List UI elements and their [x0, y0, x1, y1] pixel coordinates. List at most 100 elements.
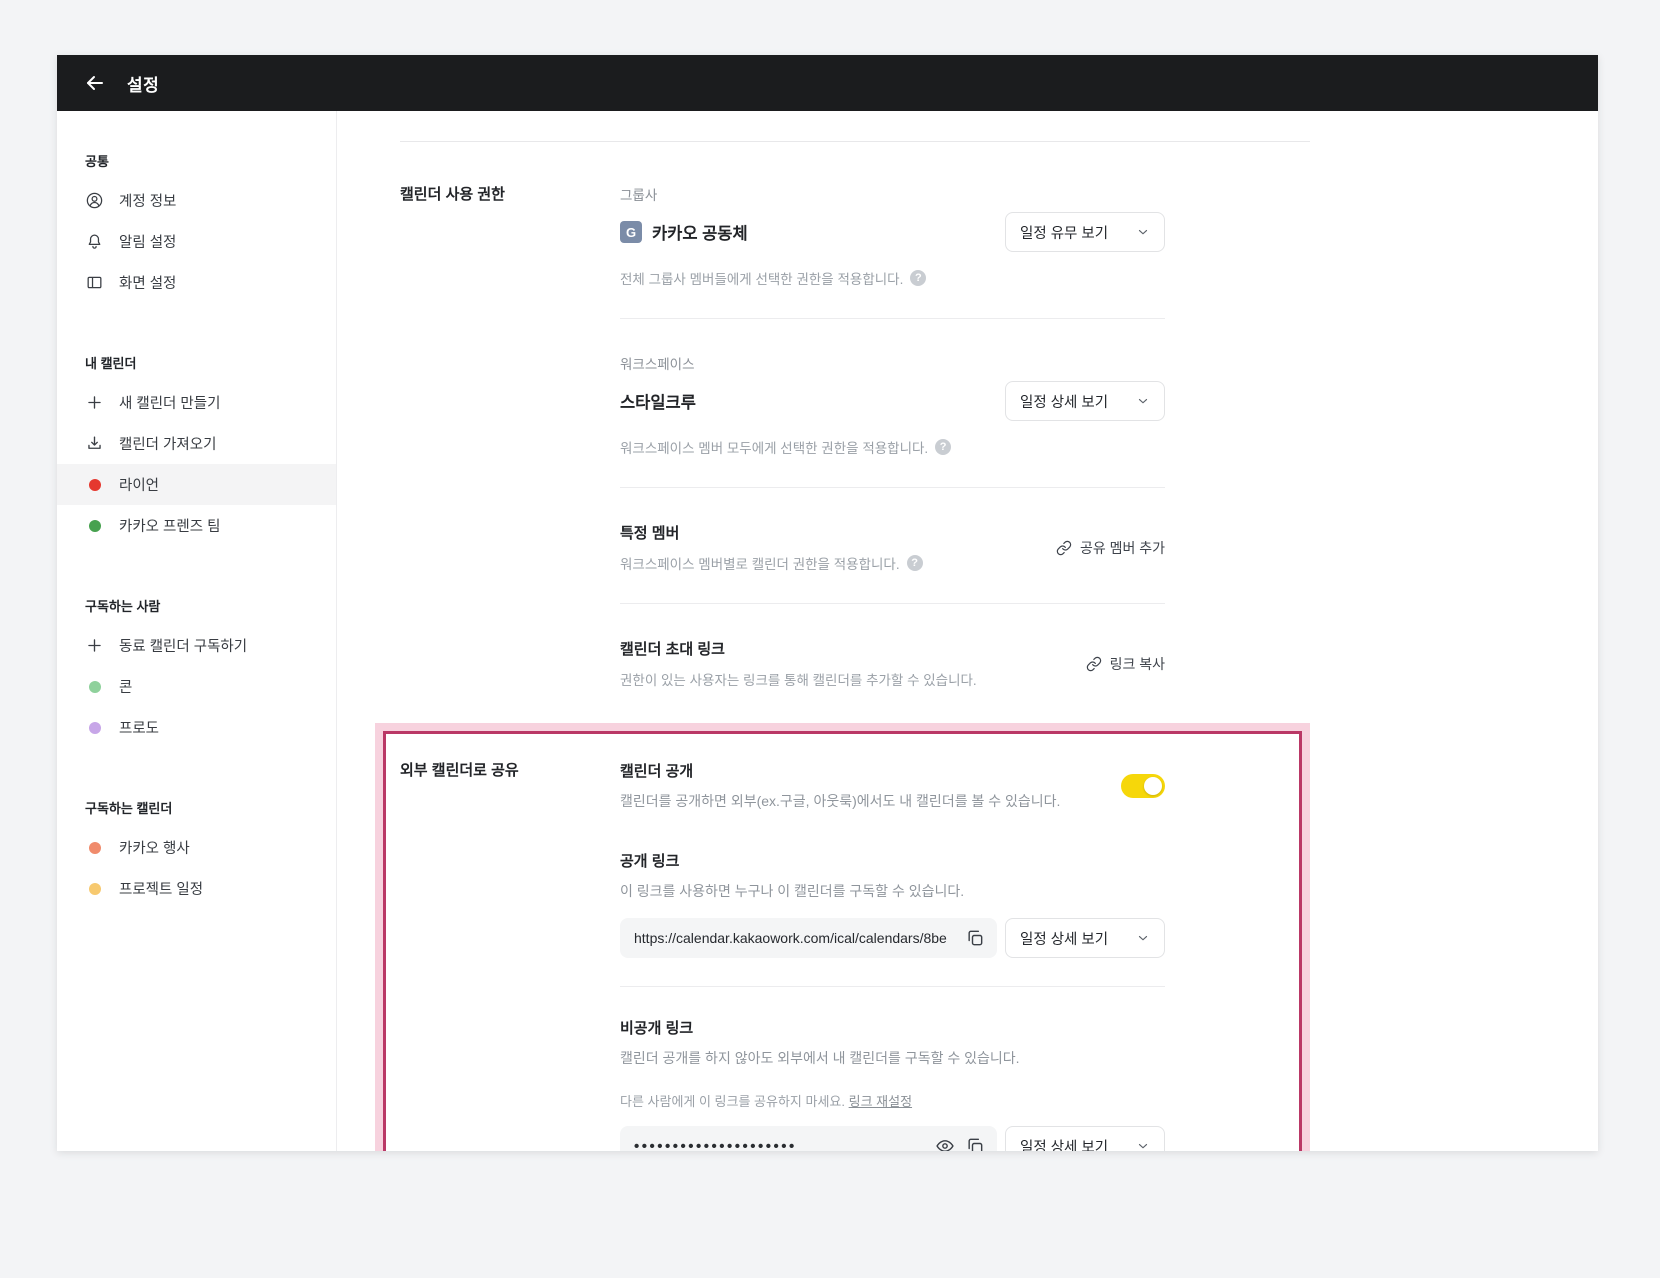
sidebar-item-label: 동료 캘린더 구독하기	[119, 635, 247, 656]
specific-members-block: 특정 멤버 워크스페이스 멤버별로 캘린더 권한을 적용합니다. ?	[620, 522, 1165, 573]
calendar-publish-block: 캘린더 공개 캘린더를 공개하면 외부(ex.구글, 아웃룩)에서도 내 캘린더…	[620, 760, 1165, 812]
page-title: 설정	[127, 71, 159, 96]
layout-icon	[85, 273, 104, 292]
toggle-knob	[1144, 777, 1162, 795]
copy-icon[interactable]	[965, 928, 985, 948]
group-section-label: 그룹사	[620, 184, 1165, 204]
chevron-down-icon	[1136, 225, 1150, 239]
public-link-desc: 이 링크를 사용하면 누구나 이 캘린더를 구독할 수 있습니다.	[620, 881, 1165, 902]
sidebar-item-display[interactable]: 화면 설정	[57, 262, 336, 303]
group-permission-dropdown[interactable]: 일정 유무 보기	[1005, 212, 1165, 252]
link-icon	[1056, 540, 1072, 556]
workspace-name: 스타일크루	[620, 389, 696, 413]
workspace-helper-text: 워크스페이스 멤버 모두에게 선택한 권한을 적용합니다.	[620, 437, 928, 457]
calendar-color-dot	[89, 681, 101, 693]
dropdown-value: 일정 상세 보기	[1020, 1136, 1108, 1152]
main-panel: 캘린더 사용 권한 그룹사 G 카카오 공동체 일정 유	[337, 111, 1598, 1151]
private-link-permission-dropdown[interactable]: 일정 상세 보기	[1005, 1126, 1165, 1151]
sidebar-item-ryan-calendar[interactable]: 라이언	[57, 464, 336, 505]
workspace-permission-block: 워크스페이스 스타일크루 일정 상세 보기 워크스페이스 멤버 모두에게 선택한…	[620, 353, 1165, 457]
calendar-color-dot	[89, 722, 101, 734]
sidebar-item-label: 프로젝트 일정	[119, 878, 203, 899]
back-button[interactable]	[83, 71, 107, 95]
group-helper-text: 전체 그룹사 멤버들에게 선택한 권한을 적용합니다.	[620, 268, 903, 288]
plus-icon	[85, 636, 104, 655]
sidebar-item-notifications[interactable]: 알림 설정	[57, 221, 336, 262]
publish-desc: 캘린더를 공개하면 외부(ex.구글, 아웃룩)에서도 내 캘린더를 볼 수 있…	[620, 791, 1060, 812]
reset-link-button[interactable]: 링크 재설정	[849, 1094, 912, 1109]
public-link-permission-dropdown[interactable]: 일정 상세 보기	[1005, 918, 1165, 958]
sidebar-item-import-calendar[interactable]: 캘린더 가져오기	[57, 423, 336, 464]
workspace-section-label: 워크스페이스	[620, 353, 1165, 373]
dropdown-value: 일정 상세 보기	[1020, 391, 1108, 412]
sidebar-item-new-calendar[interactable]: 새 캘린더 만들기	[57, 382, 336, 423]
divider	[620, 986, 1165, 987]
sidebar-section-common: 공통	[57, 139, 336, 180]
dropdown-value: 일정 상세 보기	[1020, 928, 1108, 949]
sidebar: 공통 계정 정보 알림 설정	[57, 111, 337, 1151]
private-link-masked-value: •••••••••••••••••••••	[634, 1138, 925, 1152]
sidebar-item-label: 카카오 프렌즈 팀	[119, 515, 220, 536]
group-permission-block: 그룹사 G 카카오 공동체 일정 유무 보기	[620, 184, 1165, 288]
help-icon[interactable]: ?	[910, 270, 926, 286]
dropdown-value: 일정 유무 보기	[1020, 222, 1108, 243]
sidebar-item-label: 라이언	[119, 474, 159, 495]
action-label: 공유 멤버 추가	[1080, 538, 1165, 558]
members-title: 특정 멤버	[620, 522, 923, 543]
calendar-permissions-section: 캘린더 사용 권한 그룹사 G 카카오 공동체 일정 유	[400, 142, 1310, 689]
public-link-field[interactable]: https://calendar.kakaowork.com/ical/cale…	[620, 918, 997, 958]
warning-text: 다른 사람에게 이 링크를 공유하지 마세요.	[620, 1094, 845, 1109]
external-share-section: 외부 캘린더로 공유 캘린더 공개 캘린더를 공개하면 외부(ex.구글, 아웃…	[383, 731, 1302, 1151]
sidebar-item-label: 카카오 행사	[119, 837, 190, 858]
group-name: 카카오 공동체	[652, 220, 748, 244]
sidebar-section-my-calendars: 내 캘린더	[57, 341, 336, 382]
calendar-color-dot	[89, 883, 101, 895]
action-label: 링크 복사	[1110, 654, 1165, 674]
help-icon[interactable]: ?	[935, 439, 951, 455]
private-link-desc: 캘린더 공개를 하지 않아도 외부에서 내 캘린더를 구독할 수 있습니다.	[620, 1048, 1165, 1069]
private-link-field[interactable]: •••••••••••••••••••••	[620, 1126, 997, 1151]
sidebar-item-frodo-calendar[interactable]: 프로도	[57, 707, 336, 748]
sidebar-section-subscribed-calendars: 구독하는 캘린더	[57, 786, 336, 827]
highlight-band: 외부 캘린더로 공유 캘린더 공개 캘린더를 공개하면 외부(ex.구글, 아웃…	[375, 723, 1310, 1151]
invite-helper-text: 권한이 있는 사용자는 링크를 통해 캘린더를 추가할 수 있습니다.	[620, 669, 977, 689]
invite-link-block: 캘린더 초대 링크 권한이 있는 사용자는 링크를 통해 캘린더를 추가할 수 …	[620, 638, 1165, 689]
person-circle-icon	[85, 191, 104, 210]
public-link-url: https://calendar.kakaowork.com/ical/cale…	[634, 930, 955, 946]
publish-toggle[interactable]	[1121, 774, 1165, 798]
copy-invite-link-button[interactable]: 링크 복사	[1086, 654, 1165, 674]
group-name-row: G 카카오 공동체	[620, 220, 748, 244]
calendar-color-dot	[89, 842, 101, 854]
members-helper-text: 워크스페이스 멤버별로 캘린더 권한을 적용합니다.	[620, 553, 900, 573]
group-badge-icon: G	[620, 221, 642, 243]
add-shared-member-button[interactable]: 공유 멤버 추가	[1056, 538, 1165, 558]
app-bar: 설정	[57, 55, 1598, 111]
download-icon	[85, 434, 104, 453]
sidebar-item-account[interactable]: 계정 정보	[57, 180, 336, 221]
settings-window: 설정 공통 계정 정보 알림 설정	[57, 55, 1598, 1151]
sidebar-section-subscribed-people: 구독하는 사람	[57, 584, 336, 625]
sidebar-item-con-calendar[interactable]: 콘	[57, 666, 336, 707]
calendar-color-dot	[89, 520, 101, 532]
sidebar-item-kakao-friends-calendar[interactable]: 카카오 프렌즈 팀	[57, 505, 336, 546]
sidebar-item-kakao-event-calendar[interactable]: 카카오 행사	[57, 827, 336, 868]
sidebar-item-label: 콘	[119, 676, 132, 697]
workspace-permission-dropdown[interactable]: 일정 상세 보기	[1005, 381, 1165, 421]
chevron-down-icon	[1136, 394, 1150, 408]
public-link-block: 공개 링크 이 링크를 사용하면 누구나 이 캘린더를 구독할 수 있습니다. …	[620, 850, 1165, 958]
sidebar-item-project-calendar[interactable]: 프로젝트 일정	[57, 868, 336, 909]
sidebar-item-label: 새 캘린더 만들기	[119, 392, 220, 413]
show-password-eye-icon[interactable]	[935, 1136, 955, 1151]
divider	[620, 603, 1165, 604]
divider	[620, 318, 1165, 319]
sidebar-item-subscribe-colleague[interactable]: 동료 캘린더 구독하기	[57, 625, 336, 666]
sidebar-item-label: 화면 설정	[119, 272, 176, 293]
private-link-title: 비공개 링크	[620, 1017, 1165, 1038]
sidebar-item-label: 알림 설정	[119, 231, 176, 252]
invite-title: 캘린더 초대 링크	[620, 638, 977, 659]
chevron-down-icon	[1136, 931, 1150, 945]
copy-icon[interactable]	[965, 1136, 985, 1151]
link-icon	[1086, 656, 1102, 672]
calendar-color-dot	[89, 479, 101, 491]
help-icon[interactable]: ?	[907, 555, 923, 571]
